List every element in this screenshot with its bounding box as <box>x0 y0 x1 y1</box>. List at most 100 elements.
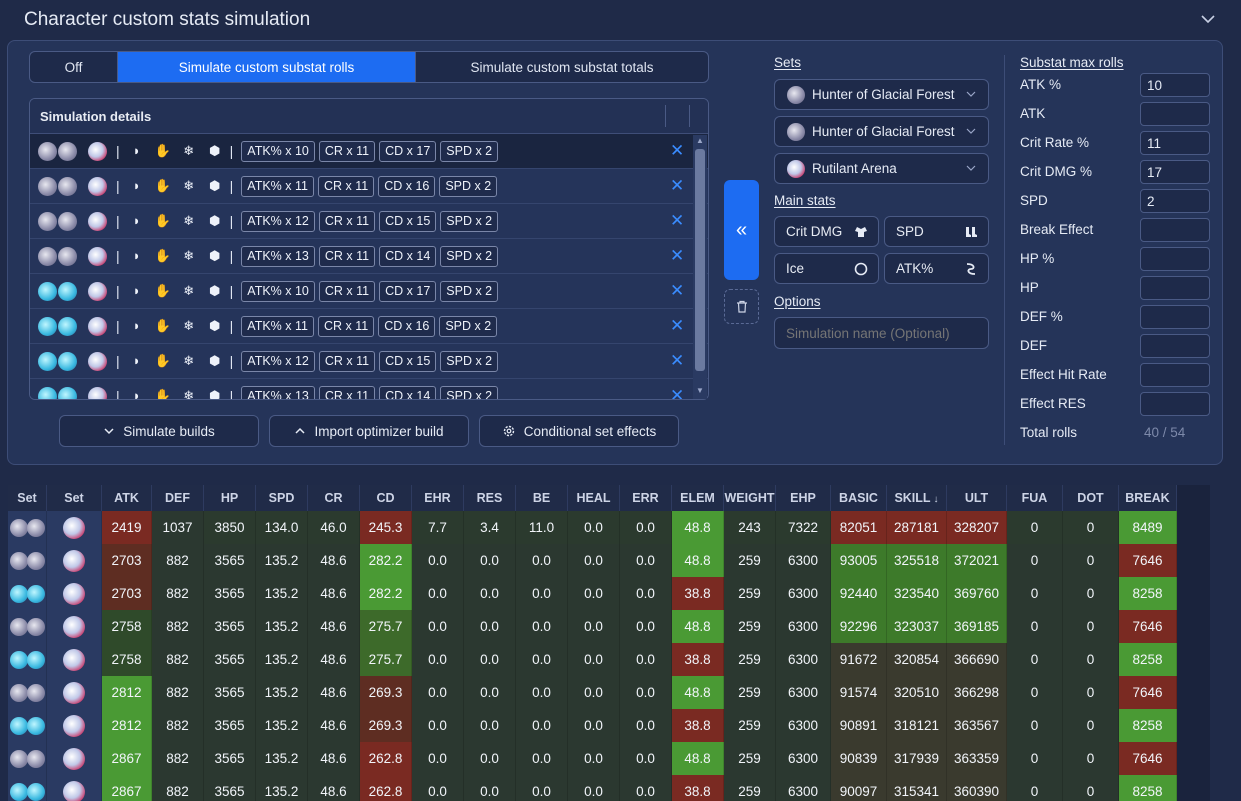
remove-simulation-icon[interactable]: ✕ <box>670 142 684 159</box>
remove-simulation-icon[interactable]: ✕ <box>670 317 684 334</box>
column-header[interactable]: SKILL ↓ <box>886 485 947 511</box>
substat-input[interactable]: 17 <box>1140 160 1210 184</box>
column-header[interactable]: Set <box>8 485 47 511</box>
substat-input[interactable] <box>1140 305 1210 329</box>
remove-simulation-icon[interactable]: ✕ <box>670 352 684 369</box>
column-header[interactable]: WEIGHT <box>723 485 776 511</box>
results-row[interactable]: 2703 882 3565 135.2 48.6 282.2 0.0 0.0 0.0 0.0 0.0… <box>8 544 1177 577</box>
apply-to-left-button[interactable]: « <box>724 180 759 280</box>
column-header[interactable]: CD <box>359 485 412 511</box>
results-row[interactable]: 2867 882 3565 135.2 48.6 262.8 0.0 0.0 0.0 0.0 0.0… <box>8 742 1177 775</box>
substat-input[interactable] <box>1140 247 1210 271</box>
results-row[interactable]: 2812 882 3565 135.2 48.6 269.3 0.0 0.0 0.0 0.0 0.0… <box>8 709 1177 742</box>
simulation-row[interactable]: | ◗ ✋ ❄ ⬢ | ATK% x 12 CR x 11 CD x 15 SPD x 2 ✕ <box>30 344 708 379</box>
body-icon: ❄ <box>183 248 195 263</box>
result-cell: 38.8 <box>671 709 724 742</box>
column-header[interactable]: BASIC <box>830 485 887 511</box>
simulation-row[interactable]: | ◗ ✋ ❄ ⬢ | ATK% x 11 CR x 11 CD x 16 SPD x 2 ✕ <box>30 169 708 204</box>
column-header[interactable]: CR <box>307 485 360 511</box>
result-cell: 6300 <box>775 742 831 775</box>
substat-input[interactable]: 2 <box>1140 189 1210 213</box>
simulation-name-input[interactable] <box>774 317 989 349</box>
substat-tag: CD x 16 <box>378 315 436 337</box>
substat-input[interactable] <box>1140 334 1210 358</box>
body-armor-icon <box>855 227 867 237</box>
remove-simulation-icon[interactable]: ✕ <box>670 282 684 299</box>
chevron-down-icon <box>966 128 976 134</box>
column-header[interactable]: BE <box>515 485 568 511</box>
column-header[interactable]: DOT <box>1062 485 1119 511</box>
column-header[interactable]: BREAK <box>1118 485 1177 511</box>
substat-input[interactable] <box>1140 218 1210 242</box>
column-header[interactable]: ULT <box>946 485 1007 511</box>
substat-input[interactable] <box>1140 102 1210 126</box>
ornament-set-icon <box>787 159 805 178</box>
simulation-row[interactable]: | ◗ ✋ ❄ ⬢ | ATK% x 13 CR x 11 CD x 14 SPD x 2 ✕ <box>30 379 708 399</box>
results-row[interactable]: 2758 882 3565 135.2 48.6 275.7 0.0 0.0 0.0 0.0 0.0… <box>8 643 1177 676</box>
column-header[interactable]: FUA <box>1006 485 1063 511</box>
result-cell: 259 <box>723 775 776 801</box>
delete-simulations-button[interactable] <box>724 289 759 324</box>
import-optimizer-build-button[interactable]: Import optimizer build <box>269 415 469 447</box>
relic-set-cell <box>8 610 47 643</box>
substat-input[interactable]: 11 <box>1140 131 1210 155</box>
relic-set-icon <box>27 518 45 537</box>
ornament-set-select[interactable]: Rutilant Arena <box>774 153 989 184</box>
column-header[interactable]: SPD <box>255 485 308 511</box>
rope-main-stat-select[interactable]: ATK% <box>884 253 989 284</box>
simulation-row[interactable]: | ◗ ✋ ❄ ⬢ | ATK% x 12 CR x 11 CD x 15 SPD x 2 ✕ <box>30 204 708 239</box>
simulation-row[interactable]: | ◗ ✋ ❄ ⬢ | ATK% x 11 CR x 11 CD x 16 SPD x 2 ✕ <box>30 309 708 344</box>
conditional-set-effects-button[interactable]: Conditional set effects <box>479 415 679 447</box>
results-row[interactable]: 2703 882 3565 135.2 48.6 282.2 0.0 0.0 0.0 0.0 0.0… <box>8 577 1177 610</box>
column-header[interactable]: ATK <box>101 485 152 511</box>
result-cell: 363567 <box>946 709 1007 742</box>
simulation-row[interactable]: | ◗ ✋ ❄ ⬢ | ATK% x 10 CR x 11 CD x 17 SPD x 2 ✕ <box>30 134 708 169</box>
relic-set-select-1[interactable]: Hunter of Glacial Forest <box>774 79 989 110</box>
mode-tab-off[interactable]: Off <box>30 52 118 82</box>
result-cell: 48.8 <box>671 676 724 709</box>
column-header[interactable]: DEF <box>151 485 204 511</box>
simulation-row[interactable]: | ◗ ✋ ❄ ⬢ | ATK% x 10 CR x 11 CD x 17 SPD x 2 ✕ <box>30 274 708 309</box>
column-header[interactable]: ERR <box>619 485 672 511</box>
column-header[interactable]: HEAL <box>567 485 620 511</box>
feet-main-stat-select[interactable]: SPD <box>884 216 989 247</box>
body-main-stat-select[interactable]: Crit DMG <box>774 216 879 247</box>
substat-label: Break Effect <box>1020 222 1094 237</box>
column-header-label: HEAL <box>576 491 611 505</box>
remove-simulation-icon[interactable]: ✕ <box>670 212 684 229</box>
result-cell: 259 <box>723 577 776 610</box>
column-header[interactable]: HP <box>203 485 256 511</box>
sphere-main-stat-select[interactable]: Ice <box>774 253 879 284</box>
simulate-builds-button[interactable]: Simulate builds <box>59 415 259 447</box>
results-row[interactable]: 2758 882 3565 135.2 48.6 275.7 0.0 0.0 0.0 0.0 0.0… <box>8 610 1177 643</box>
column-header[interactable]: RES <box>463 485 516 511</box>
substat-input[interactable] <box>1140 363 1210 387</box>
column-header[interactable]: EHR <box>411 485 464 511</box>
result-cell: 135.2 <box>255 643 308 676</box>
mode-tab-substat-totals[interactable]: Simulate custom substat totals <box>415 52 708 82</box>
remove-simulation-icon[interactable]: ✕ <box>670 387 684 399</box>
relic-set-select-2[interactable]: Hunter of Glacial Forest <box>774 116 989 147</box>
head-icon: ◗ <box>132 353 141 368</box>
substat-input[interactable]: 10 <box>1140 73 1210 97</box>
result-cell: 262.8 <box>359 742 412 775</box>
results-row[interactable]: 2867 882 3565 135.2 48.6 262.8 0.0 0.0 0.0 0.0 0.0… <box>8 775 1177 801</box>
column-header[interactable]: Set <box>46 485 102 511</box>
separator: | <box>229 353 234 369</box>
remove-simulation-icon[interactable]: ✕ <box>670 247 684 264</box>
results-row[interactable]: 2419 1037 3850 134.0 46.0 245.3 7.7 3.4 11.0 0.0 0… <box>8 511 1177 544</box>
remove-simulation-icon[interactable]: ✕ <box>670 177 684 194</box>
result-cell: 135.2 <box>255 709 308 742</box>
column-header-label: BASIC <box>839 491 878 505</box>
simulation-list-scrollbar[interactable]: ▲ ▼ <box>693 135 707 399</box>
substat-input[interactable] <box>1140 392 1210 416</box>
column-header[interactable]: EHP <box>775 485 831 511</box>
substat-input[interactable] <box>1140 276 1210 300</box>
column-header-label: DOT <box>1077 491 1104 505</box>
result-cell: 7646 <box>1118 610 1177 643</box>
collapse-chevron-icon[interactable] <box>1201 12 1215 26</box>
simulation-row[interactable]: | ◗ ✋ ❄ ⬢ | ATK% x 13 CR x 11 CD x 14 SPD x 2 ✕ <box>30 239 708 274</box>
column-header[interactable]: ELEM <box>671 485 724 511</box>
results-row[interactable]: 2812 882 3565 135.2 48.6 269.3 0.0 0.0 0.0 0.0 0.0… <box>8 676 1177 709</box>
mode-tab-substat-rolls[interactable]: Simulate custom substat rolls <box>118 52 415 82</box>
